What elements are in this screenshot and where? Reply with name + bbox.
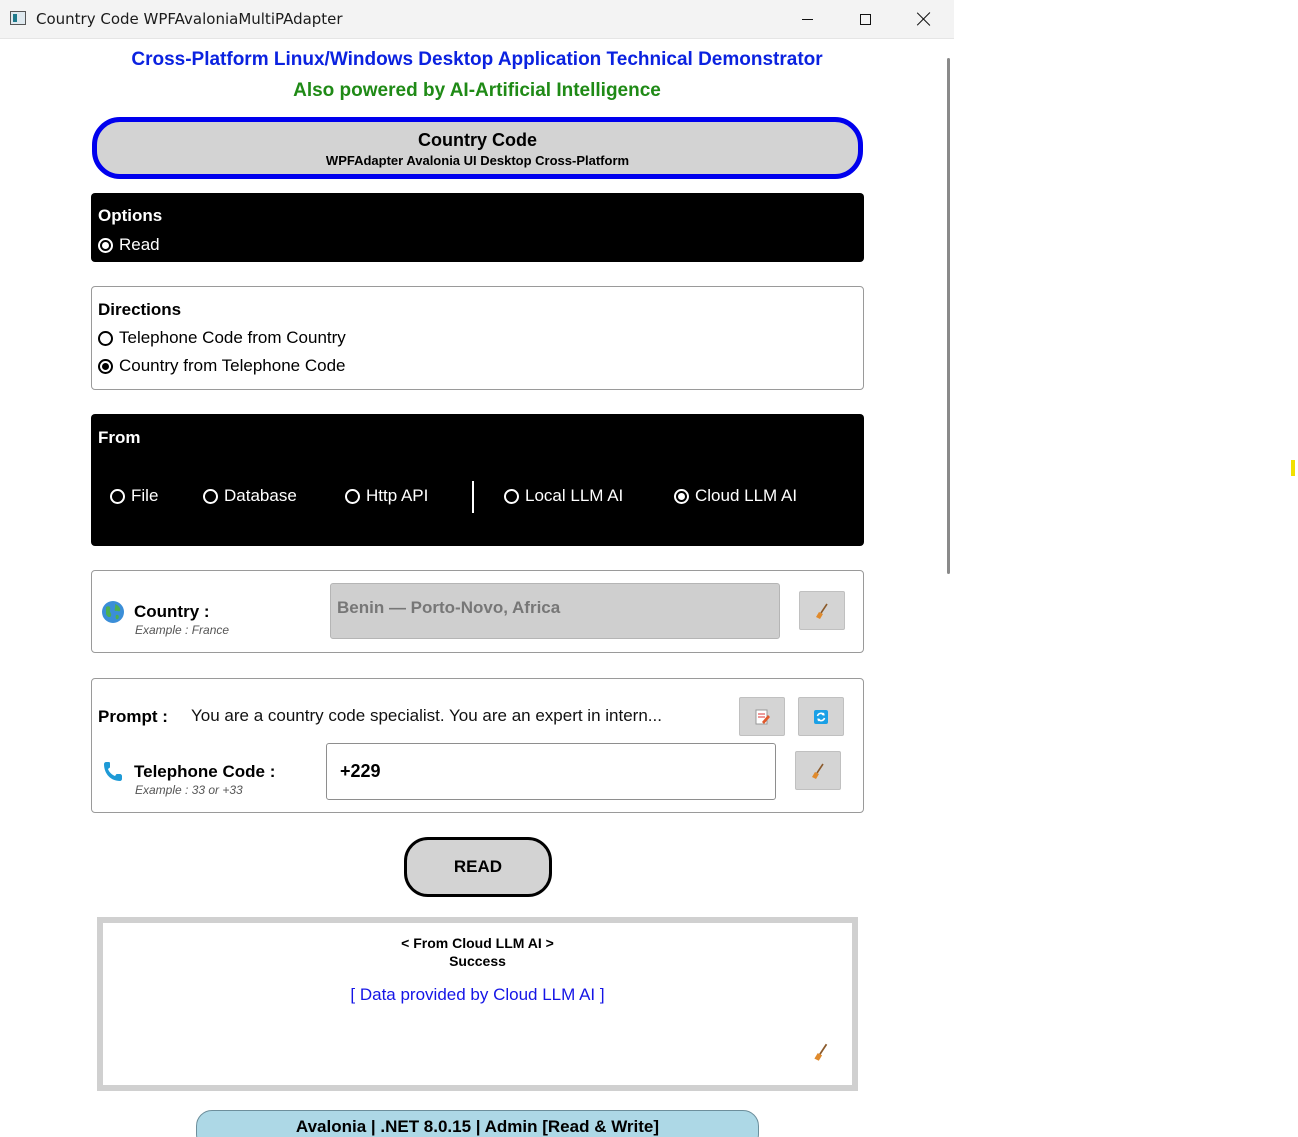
radio-checked-icon: [98, 237, 113, 253]
from-local-llm-label: Local LLM AI: [525, 486, 624, 505]
footer-status-bar: Avalonia | .NET 8.0.15 | Admin [Read & W…: [196, 1110, 759, 1137]
prompt-text[interactable]: You are a country code specialist. You a…: [191, 706, 716, 726]
title-bar[interactable]: Country Code WPFAvaloniaMultiPAdapter: [0, 0, 954, 39]
country-field[interactable]: Benin — Porto-Novo, Africa: [330, 583, 780, 639]
country-clear-button[interactable]: [799, 591, 845, 630]
broom-icon: [812, 763, 824, 779]
maximize-button[interactable]: [836, 0, 894, 38]
radio-unchecked-icon: [98, 330, 113, 346]
close-icon: [917, 12, 931, 26]
from-separator: [472, 481, 474, 513]
telephone-clear-button[interactable]: [795, 751, 841, 790]
prompt-edit-button[interactable]: [739, 697, 785, 736]
result-source: < From Cloud LLM AI >: [401, 935, 554, 951]
from-database-radio[interactable]: Database: [203, 486, 297, 506]
options-panel: Options Read: [91, 193, 864, 262]
direction-tel-from-country-radio[interactable]: Telephone Code from Country: [98, 328, 346, 348]
directions-panel: Directions Telephone Code from Country C…: [91, 286, 864, 390]
from-cloud-llm-radio[interactable]: Cloud LLM AI: [674, 486, 797, 506]
prompt-refresh-button[interactable]: [798, 697, 844, 736]
from-panel: From: [91, 414, 864, 546]
from-file-label: File: [131, 486, 159, 505]
prompt-label: Prompt :: [98, 707, 168, 726]
radio-checked-icon: [674, 488, 689, 504]
telephone-label: Telephone Code :: [134, 762, 276, 781]
result-clear-icon[interactable]: [810, 1041, 832, 1063]
result-panel: < From Cloud LLM AI > Success [ Data pro…: [97, 917, 858, 1091]
radio-unchecked-icon: [110, 488, 125, 504]
broom-icon: [816, 603, 828, 619]
result-status: Success: [449, 953, 506, 969]
close-button[interactable]: [895, 0, 953, 38]
minimize-icon: [801, 18, 813, 20]
country-example: Example : France: [135, 623, 230, 637]
app-window: Country Code WPFAvaloniaMultiPAdapter Cr…: [0, 0, 954, 1137]
app-header-box: Country Code WPFAdapter Avalonia UI Desk…: [92, 117, 863, 179]
options-label: Options: [98, 206, 163, 225]
from-http-api-radio[interactable]: Http API: [345, 486, 428, 506]
from-file-radio[interactable]: File: [110, 486, 158, 506]
direction-country-from-tel-label: Country from Telephone Code: [119, 356, 346, 375]
app-icon: [10, 11, 26, 25]
from-label: From: [98, 428, 141, 447]
option-read-radio[interactable]: Read: [98, 235, 160, 255]
from-database-label: Database: [224, 486, 297, 505]
read-button[interactable]: READ: [404, 837, 552, 897]
option-read-label: Read: [119, 235, 160, 254]
main-heading: Cross-Platform Linux/Windows Desktop App…: [131, 49, 823, 70]
ai-heading: Also powered by AI-Artificial Intelligen…: [293, 80, 661, 101]
telephone-code-input[interactable]: +229: [326, 743, 776, 800]
header-title: Country Code: [418, 130, 537, 150]
radio-unchecked-icon: [203, 488, 218, 504]
direction-tel-from-country-label: Telephone Code from Country: [119, 328, 346, 347]
from-local-llm-radio[interactable]: Local LLM AI: [504, 486, 623, 506]
direction-country-from-tel-radio[interactable]: Country from Telephone Code: [98, 356, 346, 376]
globe-icon: [102, 601, 124, 623]
edge-marker: [1291, 460, 1295, 476]
vertical-scrollbar[interactable]: [947, 58, 950, 574]
refresh-icon: [814, 709, 828, 724]
telephone-icon: [104, 762, 122, 781]
radio-unchecked-icon: [345, 488, 360, 504]
header-subtitle: WPFAdapter Avalonia UI Desktop Cross-Pla…: [325, 153, 630, 168]
from-cloud-llm-label: Cloud LLM AI: [695, 486, 798, 505]
window-title: Country Code WPFAvaloniaMultiPAdapter: [36, 10, 343, 28]
country-label: Country :: [134, 602, 210, 621]
edit-document-icon: [755, 709, 770, 724]
directions-label: Directions: [98, 300, 182, 319]
radio-unchecked-icon: [504, 488, 519, 504]
minimize-button[interactable]: [778, 0, 836, 38]
telephone-example: Example : 33 or +33: [135, 783, 243, 797]
radio-checked-icon: [98, 358, 113, 374]
maximize-icon: [859, 13, 871, 25]
from-http-api-label: Http API: [366, 486, 429, 505]
result-provided: [ Data provided by Cloud LLM AI ]: [350, 985, 605, 1004]
